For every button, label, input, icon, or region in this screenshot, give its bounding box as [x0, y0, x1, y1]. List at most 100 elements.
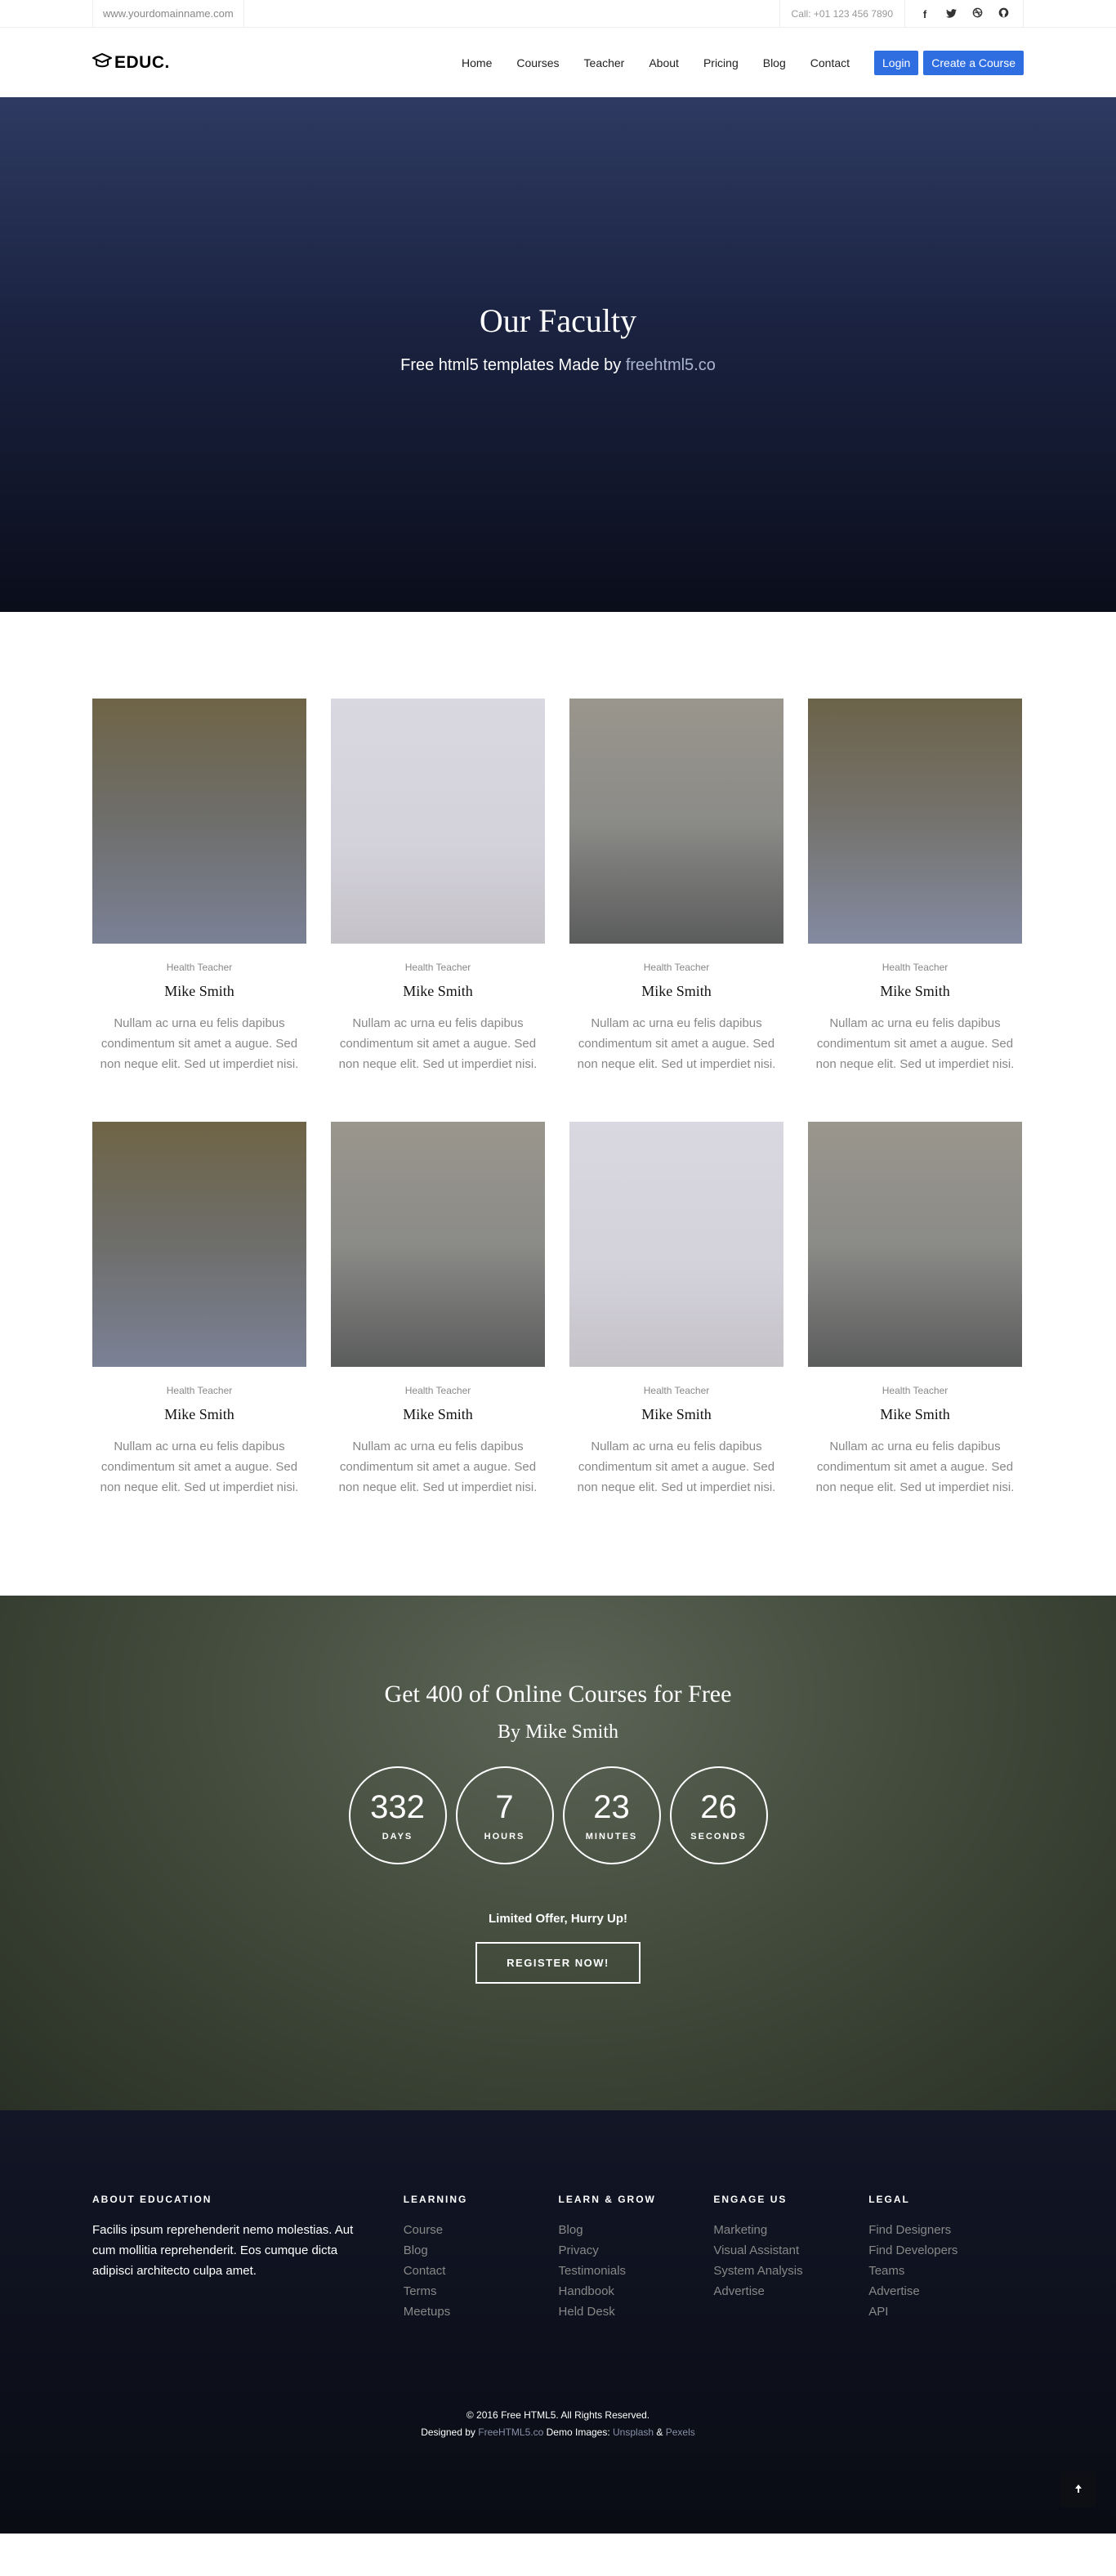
teacher-role: Health Teacher — [404, 1385, 471, 1396]
countdown-subtitle: By Mike Smith — [497, 1721, 619, 1743]
teacher-photo — [808, 1122, 1022, 1367]
footer-link[interactable]: Meetups — [404, 2301, 559, 2322]
nav-teacher[interactable]: Teacher — [584, 56, 625, 69]
timer-label: DAYS — [382, 1832, 413, 1842]
nav-contact[interactable]: Contact — [810, 56, 850, 69]
footer-link[interactable]: Privacy — [559, 2240, 714, 2261]
teacher-description: Nullam ac urna eu felis dapibus condimen… — [100, 1440, 299, 1494]
footer-link[interactable]: Visual Assistant — [713, 2240, 868, 2261]
nav-pricing[interactable]: Pricing — [703, 56, 739, 69]
hero-subtitle-link[interactable]: freehtml5.co — [626, 356, 716, 374]
footer-link[interactable]: Testimonials — [559, 2261, 714, 2281]
timer-minutes: 23 MINUTES — [562, 1766, 661, 1864]
timer-label: SECONDS — [690, 1832, 747, 1842]
copyright-text: © 2016 Free HTML5. All Rights Reserved. — [466, 2409, 650, 2421]
login-button[interactable]: Login — [874, 50, 919, 75]
designed-by-link[interactable]: FreeHTML5.co — [478, 2426, 543, 2438]
faculty-card: Health Teacher Mike Smith Nullam ac urna… — [331, 699, 545, 1074]
pexels-link[interactable]: Pexels — [666, 2426, 695, 2438]
countdown-timers: 332 DAYS 7 HOURS 23 MINUTES 26 SECONDS — [0, 1766, 1116, 1864]
dribbble-icon[interactable] — [964, 7, 990, 20]
faculty-grid: Health Teacher Mike Smith Nullam ac urna… — [92, 699, 1024, 1498]
top-bar: www.yourdomainname.com Call: +01 123 456… — [0, 0, 1116, 28]
unsplash-link[interactable]: Unsplash — [613, 2426, 654, 2438]
footer-link[interactable]: Course — [404, 2220, 559, 2240]
footer-col-engage: ENGAGE US Marketing Visual Assistant Sys… — [713, 2194, 868, 2322]
footer-link[interactable]: Blog — [559, 2220, 714, 2240]
faculty-section: Health Teacher Mike Smith Nullam ac urna… — [0, 612, 1116, 1596]
logo-text: EDUC. — [114, 52, 170, 72]
teacher-role: Health Teacher — [882, 1385, 949, 1396]
phone-number[interactable]: +01 123 456 7890 — [814, 8, 893, 20]
nav-about[interactable]: About — [649, 56, 679, 69]
register-button[interactable]: REGISTER NOW! — [475, 1942, 641, 1984]
teacher-description: Nullam ac urna eu felis dapibus condimen… — [577, 1440, 776, 1494]
footer-col-title: LEGAL — [868, 2194, 910, 2205]
teacher-name: Mike Smith — [880, 983, 950, 999]
hero-banner: Our Faculty Free html5 templates Made by… — [0, 97, 1116, 612]
nav-courses[interactable]: Courses — [516, 56, 559, 69]
footer-link[interactable]: System Analysis — [713, 2261, 868, 2281]
teacher-photo — [331, 1122, 545, 1367]
faculty-card: Health Teacher Mike Smith Nullam ac urna… — [808, 1122, 1022, 1498]
teacher-description: Nullam ac urna eu felis dapibus condimen… — [338, 1016, 538, 1071]
designed-by-label: Designed by — [421, 2426, 475, 2438]
offer-text: Limited Offer, Hurry Up! — [488, 1912, 628, 1926]
back-to-top-button[interactable] — [1060, 2471, 1096, 2507]
footer-link[interactable]: Teams — [868, 2261, 1024, 2281]
footer-link[interactable]: Find Developers — [868, 2240, 1024, 2261]
teacher-photo — [569, 699, 783, 944]
demo-images-label: Demo Images: — [546, 2426, 610, 2438]
footer-link[interactable]: API — [868, 2301, 1024, 2322]
footer-about-title: ABOUT EDUCATION — [92, 2194, 212, 2205]
create-course-button[interactable]: Create a Course — [923, 50, 1024, 75]
footer-link[interactable]: Marketing — [713, 2220, 868, 2240]
footer-link[interactable]: Terms — [404, 2281, 559, 2301]
footer-link[interactable]: Advertise — [713, 2281, 868, 2301]
footer-col-title: ENGAGE US — [713, 2194, 788, 2205]
faculty-card: Health Teacher Mike Smith Nullam ac urna… — [92, 699, 306, 1074]
ampersand: & — [656, 2426, 663, 2438]
site-logo[interactable]: EDUC. — [91, 52, 170, 74]
footer-link[interactable]: Held Desk — [559, 2301, 714, 2322]
teacher-name: Mike Smith — [641, 1406, 712, 1422]
call-label: Call: — [791, 8, 811, 20]
timer-value: 26 — [700, 1789, 737, 1825]
teacher-role: Health Teacher — [404, 962, 471, 973]
hero-title: Our Faculty — [479, 302, 637, 339]
footer-link[interactable]: Advertise — [868, 2281, 1024, 2301]
teacher-name: Mike Smith — [164, 983, 234, 999]
call-info: Call: +01 123 456 7890 — [779, 0, 905, 28]
timer-hours: 7 HOURS — [455, 1766, 554, 1864]
facebook-icon[interactable]: f — [912, 8, 938, 20]
footer-link[interactable]: Handbook — [559, 2281, 714, 2301]
footer-link[interactable]: Find Designers — [868, 2220, 1024, 2240]
teacher-description: Nullam ac urna eu felis dapibus condimen… — [100, 1016, 299, 1071]
arrow-up-icon — [1074, 2483, 1083, 2496]
countdown-title: Get 400 of Online Courses for Free — [384, 1681, 732, 1708]
main-nav: Home Courses Teacher About Pricing Blog … — [462, 50, 1024, 75]
footer-link[interactable]: Contact — [404, 2261, 559, 2281]
timer-label: MINUTES — [585, 1832, 638, 1842]
timer-value: 332 — [370, 1789, 425, 1825]
faculty-card: Health Teacher Mike Smith Nullam ac urna… — [808, 699, 1022, 1074]
teacher-name: Mike Smith — [403, 1406, 473, 1422]
teacher-name: Mike Smith — [403, 983, 473, 999]
teacher-photo — [92, 1122, 306, 1367]
timer-label: HOURS — [484, 1832, 525, 1842]
footer-col-legal: LEGAL Find Designers Find Developers Tea… — [868, 2194, 1024, 2322]
teacher-photo — [569, 1122, 783, 1367]
footer-about: ABOUT EDUCATION Facilis ipsum reprehende… — [92, 2194, 404, 2322]
nav-blog[interactable]: Blog — [763, 56, 786, 69]
github-icon[interactable] — [990, 7, 1016, 20]
teacher-photo — [808, 699, 1022, 944]
timer-value: 7 — [495, 1789, 514, 1825]
nav-home[interactable]: Home — [462, 56, 492, 69]
teacher-name: Mike Smith — [641, 983, 712, 999]
credits-line: Designed by FreeHTML5.co Demo Images: Un… — [92, 2424, 1024, 2441]
teacher-role: Health Teacher — [166, 1385, 233, 1396]
twitter-icon[interactable] — [938, 8, 964, 20]
social-links: f — [905, 0, 1024, 28]
timer-value: 23 — [593, 1789, 630, 1825]
footer-link[interactable]: Blog — [404, 2240, 559, 2261]
